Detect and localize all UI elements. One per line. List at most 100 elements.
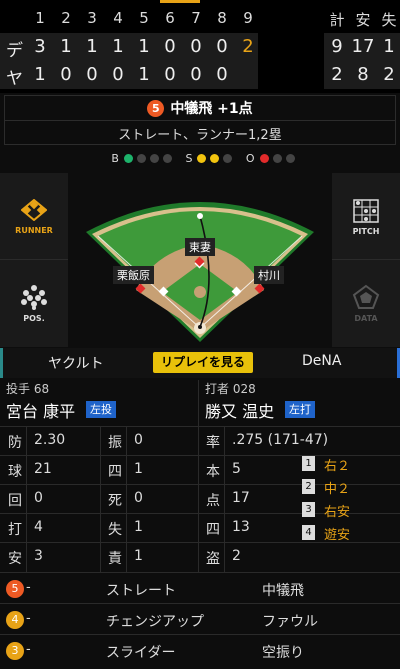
stat-label: 失 <box>108 522 122 538</box>
pitcher-hand-badge: 左投 <box>86 401 116 418</box>
play-result-line: 5 中犠飛 +1点 <box>5 98 395 120</box>
ball-strike-out-count: B S O <box>0 152 400 168</box>
pitcher-header: 投手 68 宮台 康平 左投 <box>6 380 196 426</box>
pitch-number-badge: 5 <box>147 100 165 117</box>
total-hits: 8 <box>357 64 369 85</box>
stat-label: 打 <box>8 522 22 538</box>
pitch-type: ストレート <box>106 583 176 599</box>
stat-label: 球 <box>8 464 22 480</box>
pitch-button[interactable]: PITCH <box>332 173 400 260</box>
pitcher-name[interactable]: 宮台 康平 <box>6 398 75 422</box>
data-pentagon-icon <box>352 284 380 309</box>
data-button[interactable]: DATA <box>332 260 400 347</box>
out-lamp <box>272 154 282 163</box>
scoreboard-row-home: ヤ 1 0 0 0 1 0 0 0 2 8 2 <box>0 60 400 90</box>
history-number: 1 <box>302 456 315 471</box>
inning-header: 1 <box>35 9 45 27</box>
pitchers-mound <box>194 286 206 298</box>
total-runs-header: 計 <box>329 11 345 29</box>
inning-header: 9 <box>243 9 253 27</box>
replay-button[interactable]: リプレイを見る <box>153 352 253 373</box>
stat-label: 振 <box>108 435 122 451</box>
ball-landing-point <box>197 213 203 219</box>
runner-button[interactable]: RUNNER <box>0 173 68 260</box>
inning-header: 4 <box>113 9 123 27</box>
scoreboard: 1 2 3 4 5 6 7 8 9 計 安 失 デ 3 1 1 1 1 0 0 … <box>0 0 400 93</box>
play-detail: ストレート、ランナー1,2塁 <box>118 128 282 143</box>
out-label: O <box>245 152 255 165</box>
out-lamp <box>285 154 295 163</box>
stat-value: 13 <box>232 519 250 535</box>
stat-label: 責 <box>108 551 122 567</box>
inning-score: 0 <box>216 36 228 57</box>
history-result: 中２ <box>324 482 351 497</box>
pitch-type: スライダー <box>106 645 176 661</box>
right-panel: PITCH DATA <box>332 173 400 347</box>
inning-header: 8 <box>217 9 227 27</box>
inning-score: 0 <box>190 64 202 85</box>
pitch-row[interactable]: 5 - ストレート 中犠飛 <box>0 572 400 603</box>
pitcher-role: 投手 68 <box>6 382 50 396</box>
history-item: 2 中２ <box>300 477 398 498</box>
history-result: 右安 <box>324 505 351 520</box>
history-number: 2 <box>302 479 315 494</box>
stat-value: 3 <box>34 548 43 564</box>
stat-value: 0 <box>134 490 143 506</box>
play-result: 中犠飛 +1点 <box>170 101 253 117</box>
pitch-row[interactable]: 4 - チェンジアップ ファウル <box>0 603 400 634</box>
current-inning-marker <box>160 0 200 3</box>
batter-role: 打者 028 <box>205 382 256 396</box>
stat-value: .275 (171-47) <box>232 432 329 448</box>
total-errors: 1 <box>383 36 395 57</box>
total-hits-header: 安 <box>355 11 371 29</box>
batter-name[interactable]: 勝又 温史 <box>205 398 274 422</box>
tab-away-team[interactable]: ヤクルト <box>48 353 104 373</box>
strike-lamp <box>210 154 220 163</box>
stats-row: 安 3 責 1 盗 2 <box>0 542 400 572</box>
pitch-result: 空振り <box>262 645 304 661</box>
total-errors-header: 失 <box>381 11 397 29</box>
stat-value: 0 <box>134 432 143 448</box>
runner-icon <box>21 199 47 221</box>
stat-value: 1 <box>134 548 143 564</box>
strike-lamp <box>223 154 233 163</box>
inning-score: 1 <box>34 64 46 85</box>
positions-button[interactable]: POS. <box>0 260 68 347</box>
ball-lamp <box>149 154 159 163</box>
history-item: 4 遊安 <box>300 523 398 544</box>
fielder-label: 東妻 <box>185 238 215 256</box>
positions-icon <box>21 285 47 310</box>
stat-value: 4 <box>34 519 43 535</box>
ball-lamp <box>162 154 172 163</box>
history-number: 4 <box>302 525 315 540</box>
stat-label: 四 <box>206 522 220 538</box>
inning-score: 1 <box>138 36 150 57</box>
field-view: RUNNER POS. 東妻 栗飯原 村川 PITCH DATA <box>0 172 400 348</box>
inning-score: 0 <box>164 36 176 57</box>
pitch-speed: - <box>26 611 31 626</box>
pitch-result: ファウル <box>262 614 318 630</box>
ball-lamp <box>123 154 133 163</box>
total-hits: 17 <box>351 36 375 57</box>
inning-header: 2 <box>61 9 71 27</box>
ball-lamp <box>136 154 146 163</box>
pitch-speed: - <box>26 642 31 657</box>
pitch-list: 5 - ストレート 中犠飛 4 - チェンジアップ ファウル 3 - スライダー… <box>0 572 400 669</box>
tab-home-team[interactable]: DeNA <box>302 353 341 369</box>
pitch-number-badge: 4 <box>6 611 24 629</box>
inning-score: 0 <box>112 64 124 85</box>
team-tabs: ヤクルト リプレイを見る DeNA <box>0 348 400 378</box>
stat-value: 1 <box>134 519 143 535</box>
pitch-row[interactable]: 3 - スライダー 空振り <box>0 634 400 665</box>
pitch-number-badge: 3 <box>6 642 24 660</box>
inning-score: 1 <box>86 36 98 57</box>
stat-label: 盗 <box>206 551 220 567</box>
left-panel: RUNNER POS. <box>0 173 68 347</box>
inning-header: 3 <box>87 9 97 27</box>
fielder-label: 栗飯原 <box>113 266 154 284</box>
stat-label: 死 <box>108 493 122 509</box>
stat-value: 17 <box>232 490 250 506</box>
inning-score: 0 <box>190 36 202 57</box>
stat-label: 回 <box>8 493 22 509</box>
stats-row: 防 2.30 振 0 率 .275 (171-47) <box>0 426 400 455</box>
